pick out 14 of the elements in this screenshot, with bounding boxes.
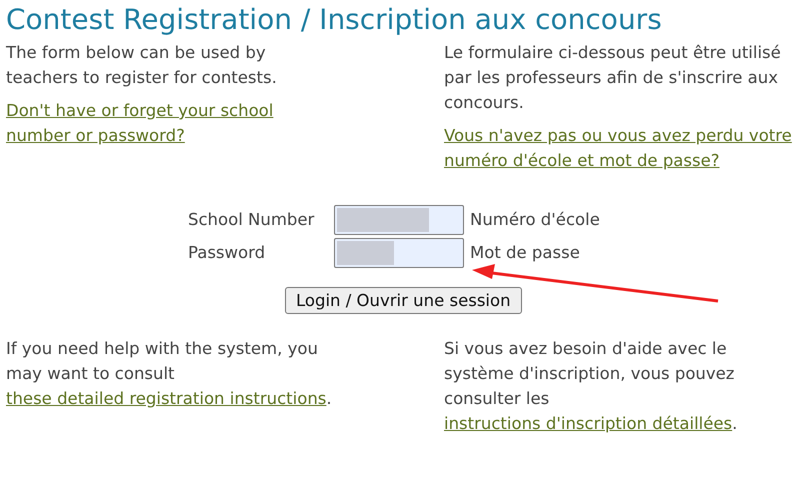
help-text: Si vous avez besoin d'aide avec le système d'inscription, vous pouvez consulter les instructions d'inscription détaillées.	[444, 338, 738, 435]
field-label: School Number	[188, 210, 316, 229]
field-label: Password	[188, 243, 266, 262]
intro-text: Le formulaire ci-dessous peut être utilisé par les professeurs afin de s'inscrire aux concours.	[444, 42, 782, 114]
recovery-link[interactable]: Don't have or forget your school number or password?	[6, 98, 311, 148]
instructions-link[interactable]: instructions d'inscription détaillées	[444, 414, 732, 433]
login-button[interactable]: Login / Ouvrir une session	[285, 287, 522, 314]
field-label: Mot de passe	[470, 243, 581, 262]
field-label: Numéro d'école	[470, 210, 601, 229]
instructions-link[interactable]: these detailed registration instructions	[6, 389, 326, 408]
help-text: If you need help with the system, you may want to consult these detailed registration instructions.	[6, 338, 333, 410]
intro-text: The form below can be used by teachers to register for contests.	[6, 42, 278, 89]
recovery-link[interactable]: Vous n'avez pas ou vous avez perdu votre numéro d'école et mot de passe?	[444, 123, 794, 173]
page-title: Contest Registration / Inscription aux concours	[6, 2, 663, 38]
